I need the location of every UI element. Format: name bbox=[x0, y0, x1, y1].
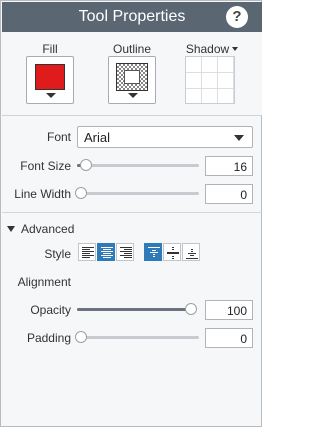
line-width-field[interactable]: 0 bbox=[205, 184, 253, 204]
align-center-button[interactable] bbox=[97, 243, 115, 261]
font-select-value: Arial bbox=[84, 130, 111, 145]
panel-titlebar: Tool Properties ? bbox=[2, 2, 262, 32]
icon-stroke bbox=[82, 255, 94, 256]
icon-stroke bbox=[101, 251, 113, 252]
icon-stroke bbox=[172, 247, 174, 248]
opacity-slider-fill bbox=[77, 308, 191, 311]
font-size-field[interactable]: 16 bbox=[205, 156, 253, 176]
font-select[interactable]: Arial bbox=[77, 126, 253, 148]
icon-stroke bbox=[82, 249, 90, 250]
icon-stroke bbox=[150, 252, 158, 253]
padding-field[interactable]: 0 bbox=[205, 328, 253, 348]
icon-stroke bbox=[190, 255, 194, 256]
icon-stroke bbox=[153, 254, 155, 255]
padding-slider-handle[interactable] bbox=[75, 331, 87, 343]
style-label: Style bbox=[44, 247, 71, 261]
icon-stroke bbox=[124, 257, 132, 258]
shadow-label-text: Shadow bbox=[185, 42, 230, 56]
fill-color-button[interactable] bbox=[26, 56, 74, 104]
font-size-slider-handle[interactable] bbox=[79, 159, 92, 171]
outline-swatch bbox=[116, 63, 148, 91]
icon-stroke bbox=[101, 255, 113, 256]
chevron-down-icon bbox=[234, 135, 244, 141]
icon-stroke bbox=[120, 255, 132, 256]
font-label: Font bbox=[46, 130, 71, 144]
fill-swatch bbox=[35, 64, 65, 90]
opacity-field[interactable]: 100 bbox=[205, 300, 253, 320]
tool-properties-panel: Tool Properties ? Fill Outline Shadow Fo… bbox=[0, 0, 262, 427]
icon-stroke bbox=[167, 253, 179, 254]
opacity-slider-handle[interactable] bbox=[185, 303, 197, 315]
shadow-label[interactable]: Shadow bbox=[177, 42, 247, 56]
icon-stroke bbox=[103, 253, 111, 254]
line-width-label: Line Width bbox=[14, 187, 71, 201]
icon-stroke bbox=[120, 247, 132, 248]
font-size-slider[interactable] bbox=[77, 159, 199, 171]
shadow-preset-grid[interactable] bbox=[185, 56, 235, 104]
alignment-label: Alignment bbox=[17, 275, 71, 289]
icon-stroke bbox=[82, 253, 90, 254]
align-top-icon bbox=[148, 247, 160, 259]
icon-stroke bbox=[82, 251, 94, 252]
dropdown-arrow-icon bbox=[46, 93, 56, 98]
icon-stroke bbox=[191, 251, 193, 252]
icon-stroke bbox=[103, 249, 111, 250]
icon-stroke bbox=[186, 258, 198, 259]
align-left-button[interactable] bbox=[78, 243, 96, 261]
font-size-label: Font Size bbox=[20, 159, 71, 173]
icon-stroke bbox=[188, 253, 196, 254]
align-center-icon bbox=[101, 247, 113, 259]
align-left-icon bbox=[82, 247, 94, 259]
align-bottom-button[interactable] bbox=[182, 243, 200, 261]
icon-stroke bbox=[82, 257, 90, 258]
icon-stroke bbox=[152, 250, 156, 251]
padding-label: Padding bbox=[26, 331, 71, 345]
chevron-down-icon[interactable] bbox=[7, 226, 15, 232]
icon-stroke bbox=[124, 253, 132, 254]
outline-column: Outline bbox=[97, 32, 167, 104]
icon-stroke bbox=[148, 247, 160, 248]
outline-label: Outline bbox=[112, 42, 152, 56]
icon-stroke bbox=[124, 249, 132, 250]
shadow-column: Shadow bbox=[177, 32, 247, 104]
outline-inner-box bbox=[124, 70, 140, 84]
icon-stroke bbox=[153, 256, 155, 257]
opacity-slider[interactable] bbox=[77, 303, 197, 315]
section-divider bbox=[2, 212, 262, 213]
panel-title: Tool Properties bbox=[78, 8, 186, 25]
icon-stroke bbox=[101, 247, 113, 248]
align-middle-button[interactable] bbox=[163, 243, 181, 261]
advanced-toggle[interactable]: Advanced bbox=[21, 222, 74, 236]
icon-stroke bbox=[82, 247, 94, 248]
line-width-slider[interactable] bbox=[75, 187, 199, 199]
opacity-label: Opacity bbox=[30, 303, 71, 317]
fill-column: Fill bbox=[15, 32, 85, 104]
icon-stroke bbox=[172, 256, 174, 257]
color-section: Fill Outline Shadow bbox=[2, 32, 262, 116]
align-right-icon bbox=[120, 247, 132, 259]
help-button[interactable]: ? bbox=[226, 6, 248, 28]
align-right-button[interactable] bbox=[116, 243, 134, 261]
fill-label: Fill bbox=[42, 42, 58, 56]
icon-stroke bbox=[172, 258, 174, 259]
align-middle-icon bbox=[167, 247, 179, 259]
icon-stroke bbox=[103, 257, 111, 258]
icon-stroke bbox=[172, 249, 174, 250]
align-top-button[interactable] bbox=[144, 243, 162, 261]
outline-color-button[interactable] bbox=[108, 56, 156, 104]
line-width-slider-handle[interactable] bbox=[75, 187, 87, 199]
icon-stroke bbox=[120, 251, 132, 252]
align-bottom-icon bbox=[186, 247, 198, 259]
padding-slider[interactable] bbox=[75, 331, 199, 343]
icon-stroke bbox=[191, 249, 193, 250]
chevron-down-icon bbox=[232, 47, 239, 51]
dropdown-arrow-icon bbox=[128, 93, 138, 98]
